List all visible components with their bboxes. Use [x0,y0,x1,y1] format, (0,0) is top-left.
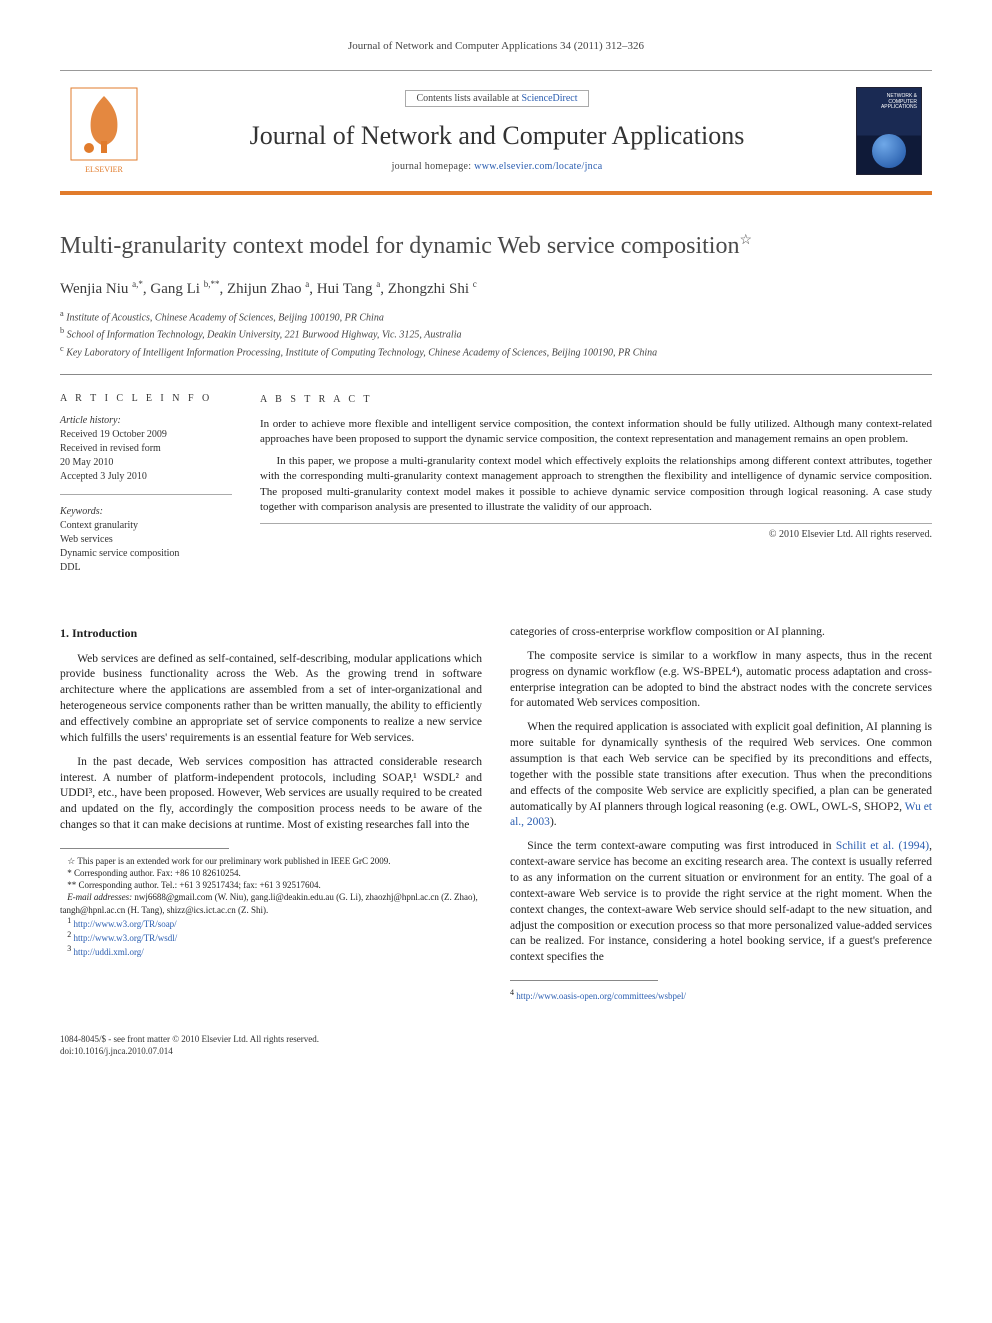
history-line: 20 May 2010 [60,456,232,470]
contents-prefix: Contents lists available at [416,93,521,104]
history-line: Received 19 October 2009 [60,428,232,442]
abstract-heading: A B S T R A C T [260,393,932,407]
elsevier-tree-icon: ELSEVIER [69,86,139,176]
keywords-block: Keywords: Context granularityWeb service… [60,505,232,585]
front-matter-line: 1084-8045/$ - see front matter © 2010 El… [60,1033,932,1045]
affiliation-line: b School of Information Technology, Deak… [60,325,932,342]
keyword: Context granularity [60,519,232,533]
footnote-separator-right [510,980,658,981]
history-line: Accepted 3 July 2010 [60,470,232,484]
article-info: A R T I C L E I N F O Article history: R… [60,393,260,595]
running-head: Journal of Network and Computer Applicat… [60,40,932,52]
journal-homepage: journal homepage: www.elsevier.com/locat… [392,161,603,172]
body-paragraph: Web services are defined as self-contain… [60,652,482,747]
section-heading-introduction: 1. Introduction [60,625,482,642]
journal-banner: ELSEVIER Contents lists available at Sci… [60,70,932,195]
info-abstract-row: A R T I C L E I N F O Article history: R… [60,374,932,595]
article-history: Article history: Received 19 October 200… [60,414,232,495]
title-note-mark: ☆ [739,233,752,248]
cover-label: NETWORK & COMPUTER APPLICATIONS [861,94,917,111]
footnote-link-wsbpel[interactable]: http://www.oasis-open.org/committees/wsb… [516,991,686,1001]
article-body: 1. Introduction Web services are defined… [60,625,932,1003]
footnote-link-soap[interactable]: http://www.w3.org/TR/soap/ [73,919,176,929]
footnote-4: 4 http://www.oasis-open.org/committees/w… [510,987,932,1002]
keyword: Dynamic service composition [60,547,232,561]
footnote-corr1: * Corresponding author. Fax: +86 10 8261… [60,867,482,879]
footnote-1: 1 http://www.w3.org/TR/soap/ [60,916,482,930]
article-title: Multi-granularity context model for dyna… [60,231,932,261]
footnote-link-uddi[interactable]: http://uddi.xml.org/ [73,947,143,957]
footnote-corr2: ** Corresponding author. Tel.: +61 3 925… [60,879,482,891]
affiliation-line: a Institute of Acoustics, Chinese Academ… [60,308,932,325]
journal-name: Journal of Network and Computer Applicat… [250,121,745,151]
footnote-link-wsdl[interactable]: http://www.w3.org/TR/wsdl/ [73,933,177,943]
journal-cover-thumbnail: NETWORK & COMPUTER APPLICATIONS [846,71,932,191]
abstract: A B S T R A C T In order to achieve more… [260,393,932,595]
footnotes-left: ☆ This paper is an extended work for our… [60,855,482,958]
keyword: Web services [60,533,232,547]
author-list: Wenjia Niu a,*, Gang Li b,**, Zhijun Zha… [60,279,932,298]
footnote-2: 2 http://www.w3.org/TR/wsdl/ [60,930,482,944]
footnote-emails: E-mail addresses: nwj6688@gmail.com (W. … [60,891,482,915]
history-line: Received in revised form [60,442,232,456]
sciencedirect-link[interactable]: ScienceDirect [521,93,577,104]
footnote-separator [60,848,229,849]
contents-available: Contents lists available at ScienceDirec… [405,90,588,107]
body-paragraph: In the past decade, Web services composi… [60,755,482,834]
abstract-paragraph: In this paper, we propose a multi-granul… [260,454,932,516]
citation-link[interactable]: Wu et al., 2003 [510,801,932,829]
history-label: Article history: [60,414,232,428]
body-paragraph: categories of cross-enterprise workflow … [510,625,932,641]
body-paragraph: Since the term context-aware computing w… [510,839,932,966]
homepage-link[interactable]: www.elsevier.com/locate/jnca [474,161,602,172]
globe-icon [872,134,906,168]
title-text: Multi-granularity context model for dyna… [60,233,739,259]
emails-label: E-mail addresses: [67,892,132,902]
abstract-copyright: © 2010 Elsevier Ltd. All rights reserved… [260,523,932,542]
footnote-3: 3 http://uddi.xml.org/ [60,944,482,958]
citation-link[interactable]: Schilit et al. (1994) [836,840,929,852]
keywords-label: Keywords: [60,505,232,519]
homepage-prefix: journal homepage: [392,161,475,172]
svg-text:ELSEVIER: ELSEVIER [85,165,123,174]
body-paragraph: The composite service is similar to a wo… [510,649,932,712]
elsevier-logo: ELSEVIER [60,71,148,191]
page-footer: 1084-8045/$ - see front matter © 2010 El… [60,1033,932,1057]
abstract-paragraph: In order to achieve more flexible and in… [260,417,932,448]
page: Journal of Network and Computer Applicat… [0,0,992,1323]
keyword: DDL [60,561,232,575]
affiliation-line: c Key Laboratory of Intelligent Informat… [60,343,932,360]
body-paragraph: When the required application is associa… [510,720,932,831]
banner-center: Contents lists available at ScienceDirec… [148,71,846,191]
footnote-star: ☆ This paper is an extended work for our… [60,855,482,867]
affiliations: a Institute of Acoustics, Chinese Academ… [60,308,932,360]
article-info-heading: A R T I C L E I N F O [60,393,232,404]
doi-line: doi:10.1016/j.jnca.2010.07.014 [60,1045,932,1057]
